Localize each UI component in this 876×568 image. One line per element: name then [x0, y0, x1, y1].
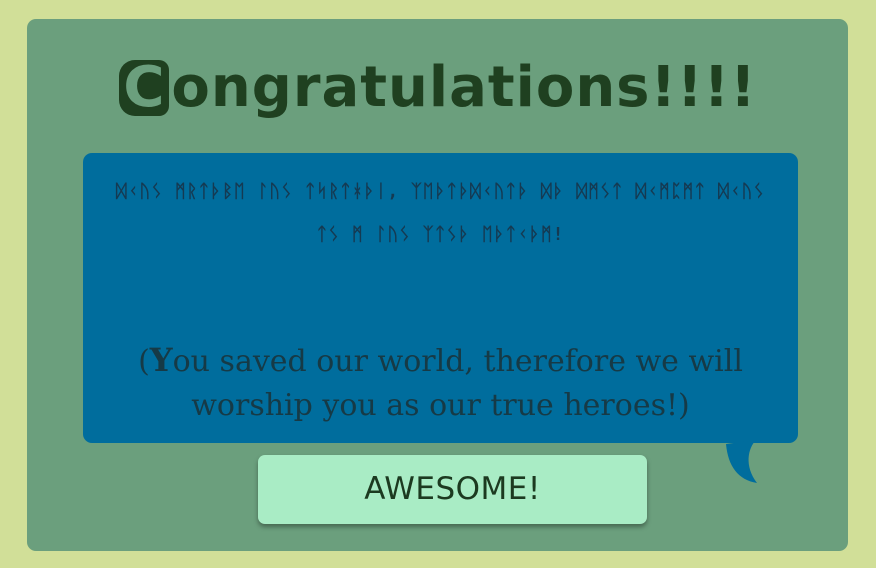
- translation-rest: ou saved our world, therefore we will wo…: [172, 344, 743, 423]
- title-rest: ongratulations!!!!: [171, 55, 757, 120]
- speech-bubble-tail: [726, 440, 757, 483]
- translation-initial: Y: [149, 341, 173, 379]
- translation-open-paren: (: [138, 344, 150, 379]
- dialog-title: Congratulations!!!!: [0, 52, 876, 124]
- awesome-button[interactable]: AWESOME!: [258, 455, 647, 524]
- title-initial: C: [119, 60, 170, 116]
- alien-language-text: ᛞᚲᚢᛊ ᛗᚱᛏᚦᛒᛖ ᛚᚢᛊ ᛏᛋᚱᛏᚼᚦᛁ, ᛉᛖᚦᛏᚦᛞᚲᚢᛏᚦ ᛞᚦ ᛞ…: [115, 181, 766, 245]
- translation-text: (You saved our world, therefore we will …: [100, 338, 781, 428]
